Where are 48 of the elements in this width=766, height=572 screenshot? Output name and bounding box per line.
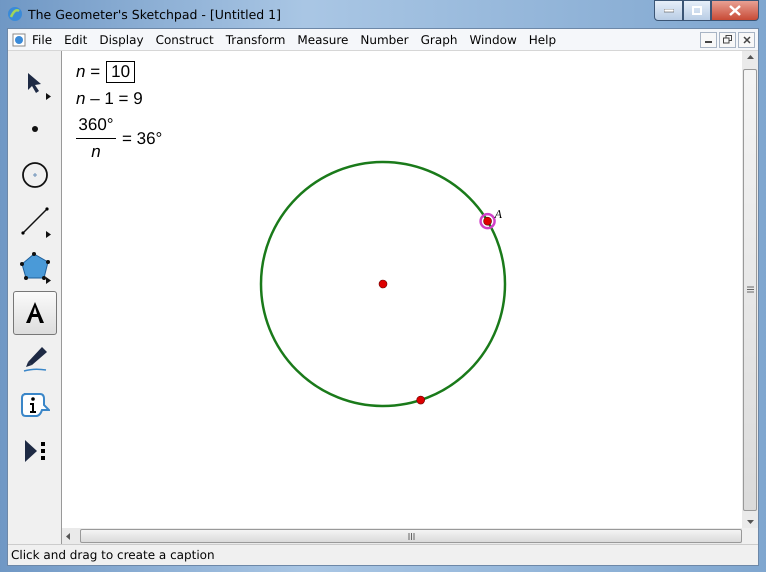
submenu-arrow-icon [46,231,50,238]
calculation-result: = 36° [122,128,162,148]
grip-icon [746,286,754,293]
menu-item[interactable]: Window [463,32,523,46]
vertical-scrollbar[interactable] [742,51,758,528]
window-title: The Geometer's Sketchpad - [Untitled 1] [28,6,281,22]
close-button[interactable] [711,0,759,21]
close-icon [742,36,750,44]
point[interactable] [416,396,425,404]
calculation-text: n – 1 = 9 [76,89,143,109]
line-segment-icon [20,206,50,236]
menu-item[interactable]: Transform [220,32,292,46]
info-bubble-icon [20,390,50,420]
document-icon[interactable] [12,32,26,46]
app-logo-icon [7,6,23,22]
menu-item[interactable]: Number [354,32,415,46]
point-label: A [494,207,502,222]
menu-item[interactable]: Edit [58,32,94,46]
parameter-value[interactable]: 10 [106,61,136,83]
close-icon [729,5,741,16]
minimize-icon [664,8,674,12]
polygon-icon [20,252,50,282]
point[interactable] [378,280,388,288]
menu-item[interactable]: Help [522,32,562,46]
menu-item[interactable]: File [26,32,58,46]
menu-item[interactable]: Construct [150,32,220,46]
submenu-arrow-icon [46,93,50,100]
maximize-button[interactable] [683,0,711,21]
tool-button[interactable] [12,291,56,335]
menu-item[interactable]: Measure [291,32,354,46]
circle-icon [20,160,50,190]
parameter-label: n = [76,62,100,82]
submenu-arrow-icon [46,277,50,284]
fraction-numerator: 360° [78,115,114,135]
menu-item[interactable]: Graph [414,32,464,46]
restore-button[interactable] [719,32,736,48]
menu-item[interactable]: Display [93,32,150,46]
point-icon [32,126,38,132]
minimize-button[interactable] [700,32,717,48]
maximize-icon [692,6,702,15]
restore-icon [723,35,732,44]
minimize-button[interactable] [654,0,683,21]
close-button[interactable] [738,32,755,48]
fraction-denominator: n [91,142,101,162]
horizontal-scrollbar[interactable] [62,528,742,544]
grip-icon [408,532,414,540]
status-text: Click and drag to create a caption [11,548,215,562]
point[interactable] [479,212,496,230]
